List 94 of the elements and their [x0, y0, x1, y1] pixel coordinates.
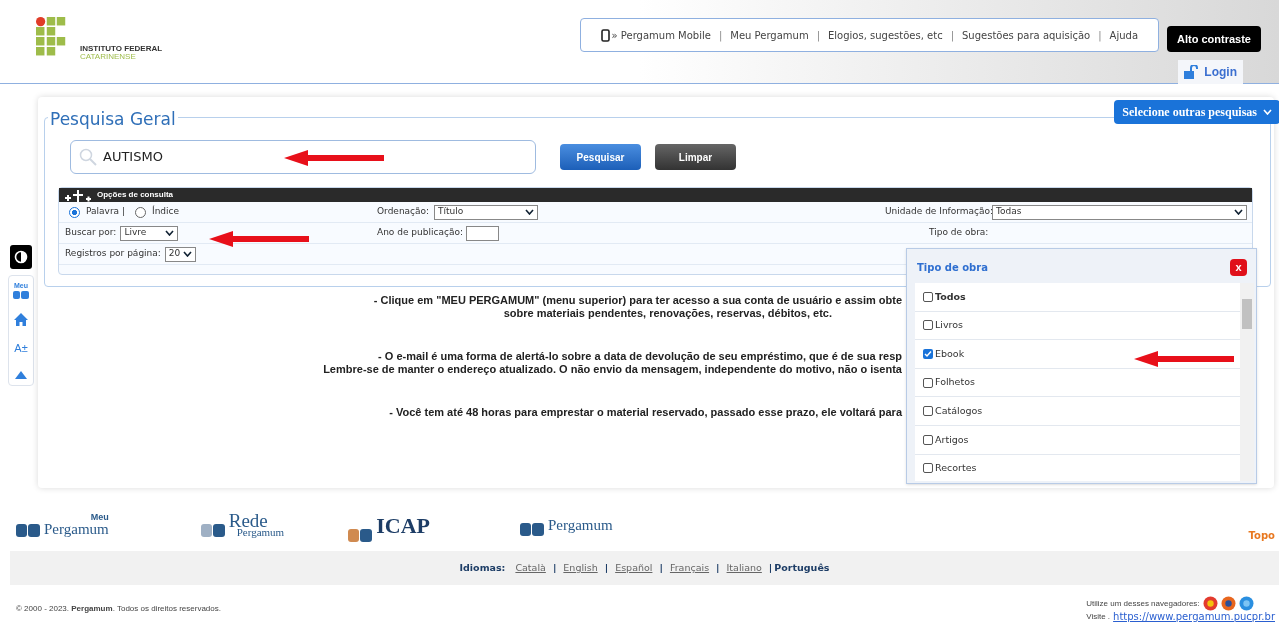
checkbox-label: Folhetos — [935, 375, 975, 390]
language-link[interactable]: Català — [515, 560, 546, 576]
info-message: - O e-mail é uma forma de alertá-lo sobre a data de devolução de seu empréstimo, que é de sua resp — [378, 350, 902, 363]
field-label: Ano de publicação: — [377, 226, 463, 240]
language-link[interactable]: Português — [774, 560, 830, 576]
popup-title: Tipo de obra — [917, 261, 988, 275]
checkbox-label: Livros — [935, 318, 963, 333]
separator: | — [716, 560, 720, 575]
radio-label: Palavra | — [86, 205, 125, 219]
field-label: Tipo de obra: — [929, 226, 989, 240]
chevron-icon — [1263, 109, 1272, 115]
copyright-text: © 2000 - 2023. Pergamum. Todos os direitos reservados. — [16, 603, 221, 615]
search-field[interactable]: AUTISMO — [70, 140, 536, 174]
top-link[interactable]: Sugestões para aquisição — [962, 27, 1091, 43]
info-message: Lembre-se de manter o endereço atualizado. O não envio da mensagem, independente do motivo, não o isenta — [323, 363, 902, 376]
separator: | — [1098, 28, 1102, 43]
high-contrast-button[interactable]: Alto contraste — [1167, 26, 1261, 52]
partner-logo[interactable]: Pergamum — [519, 513, 613, 537]
search-button[interactable]: Pesquisar — [560, 144, 641, 170]
logo-subtitle: CATARINENSE — [80, 53, 137, 61]
website-link[interactable]: https://www.pergamum.pucpr.br — [1113, 611, 1275, 623]
up-arrow-icon[interactable] — [15, 370, 27, 379]
separator: | — [950, 28, 954, 43]
separator: | — [604, 560, 609, 575]
browser-icon[interactable] — [1238, 596, 1254, 611]
checkbox[interactable] — [923, 291, 933, 302]
contrast-icon[interactable] — [10, 245, 32, 269]
info-message: sobre materiais pendentes, renovações, reservas, débitos, etc. — [503, 307, 832, 320]
partner-logo[interactable]: ICAP — [348, 508, 430, 542]
chevron-icon — [525, 209, 534, 215]
search-by-select[interactable]: Livre — [120, 225, 179, 241]
separator: | — [718, 28, 723, 43]
unit-select[interactable]: Todas — [992, 204, 1247, 220]
browsers-text: Utilize um desses navegadores: — [1086, 597, 1200, 610]
close-button[interactable]: x — [1230, 259, 1247, 276]
top-link[interactable]: » Pergamum Mobile — [611, 27, 711, 43]
field-label: Buscar por: — [65, 226, 117, 240]
language-link[interactable]: Italiano — [726, 560, 762, 576]
per-page-select[interactable]: 20 — [164, 246, 197, 262]
info-message: - Clique em "MEU PERGAMUM" (menu superior) para ter acesso a sua conta de usuário e assim obte — [373, 294, 902, 307]
partner-logo[interactable]: Rede Pergamum — [200, 513, 285, 537]
partner-logo[interactable]: Meu Pergamum — [16, 513, 109, 537]
checkbox[interactable] — [923, 320, 933, 331]
radio-button[interactable] — [135, 206, 146, 218]
checkbox[interactable] — [923, 463, 933, 474]
separator: | — [816, 28, 820, 43]
library-icon[interactable] — [13, 289, 29, 299]
login-button[interactable]: Login — [1178, 60, 1243, 84]
radio-button[interactable] — [69, 206, 80, 218]
checkbox-label: Recortes — [935, 461, 977, 476]
checkbox[interactable] — [923, 434, 933, 445]
checkbox[interactable] — [923, 377, 933, 388]
separator: | — [768, 560, 773, 575]
home-icon[interactable] — [14, 313, 28, 326]
checkbox[interactable] — [923, 406, 933, 417]
logo-icon — [519, 520, 544, 537]
logo-icon — [16, 521, 40, 537]
field-label: Ordenação: — [377, 205, 430, 219]
options-title: Opções de consulta — [97, 189, 174, 201]
separator: | — [659, 560, 663, 575]
search-value: AUTISMO — [103, 148, 163, 167]
browser-icon[interactable] — [1202, 596, 1218, 611]
checkbox-label: Artigos — [935, 432, 969, 447]
logo-title: INSTITUTO FEDERAL — [80, 45, 163, 53]
radio-label: Índice — [152, 205, 180, 219]
unlock-icon — [1184, 65, 1201, 79]
checkbox-label: Todos — [935, 289, 966, 304]
other-searches-dropdown[interactable]: Selecione outras pesquisas — [1114, 100, 1279, 124]
chevron-icon — [165, 230, 175, 236]
top-link[interactable]: Meu Pergamum — [730, 27, 809, 43]
languages-label: Idiomas: — [459, 560, 506, 575]
checkbox-label: Ebook — [935, 346, 965, 361]
top-link[interactable]: Ajuda — [1109, 27, 1139, 43]
chevron-icon — [183, 251, 193, 257]
font-size-button[interactable]: A± — [14, 340, 28, 357]
field-label: Unidade de Informação: — [885, 205, 994, 219]
language-link[interactable]: Français — [669, 560, 710, 576]
scrollbar[interactable] — [1240, 283, 1254, 481]
chevron-icon — [1234, 209, 1243, 215]
checkbox-label: Catálogos — [935, 404, 983, 419]
field-label: Registros por página: — [65, 247, 161, 261]
top-link[interactable]: Elogios, sugestões, etc — [828, 27, 943, 43]
order-select[interactable]: Título — [434, 204, 538, 220]
logo-icon — [200, 521, 225, 537]
year-field[interactable] — [466, 225, 499, 241]
language-link[interactable]: Español — [615, 560, 653, 576]
separator: | — [552, 560, 557, 575]
search-icon — [79, 148, 97, 166]
clear-button[interactable]: Limpar — [655, 144, 736, 170]
info-message: - Você tem até 48 horas para emprestar o material reservado, passado esse prazo, ele voltará para — [389, 406, 902, 419]
phone-icon — [600, 28, 610, 42]
browser-icon[interactable] — [1220, 596, 1236, 611]
visit-text: Visite . — [1086, 611, 1111, 623]
language-link[interactable]: English — [563, 560, 598, 576]
